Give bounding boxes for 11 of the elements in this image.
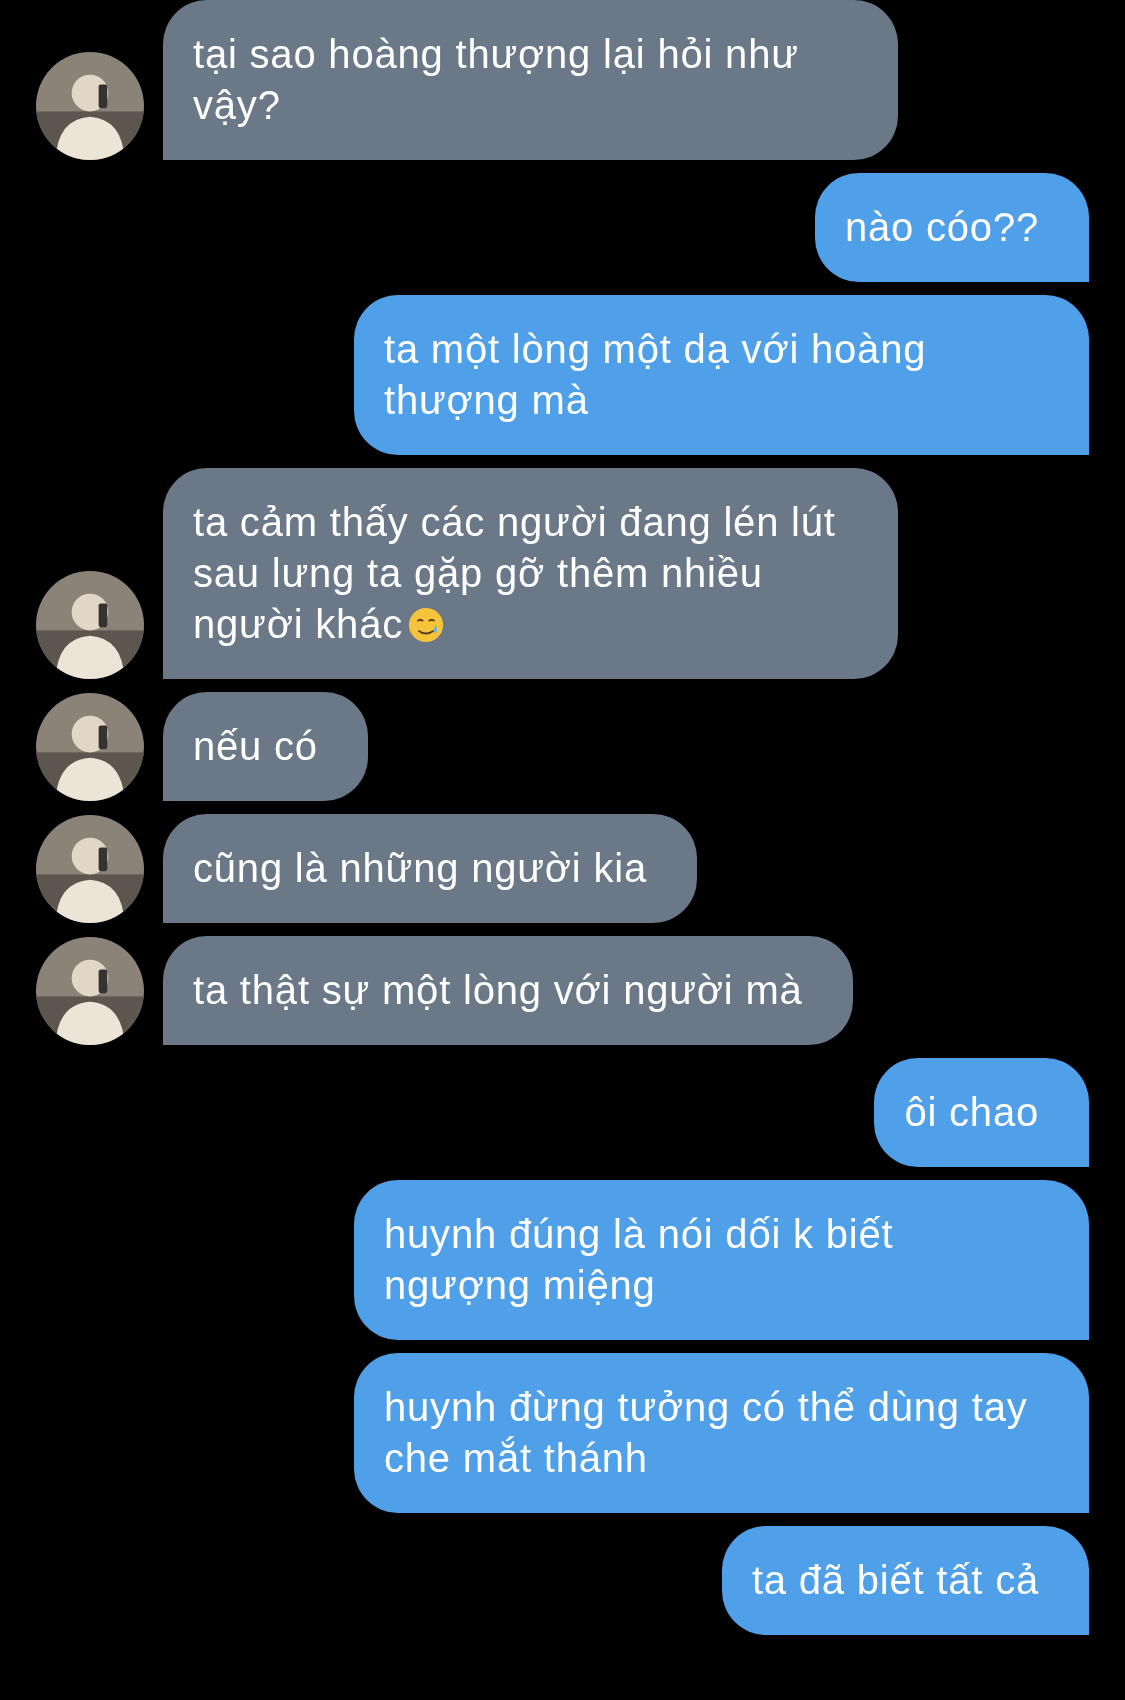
message-bubble: nào cóo?? xyxy=(814,173,1089,282)
message-bubble: ta đã biết tất cả xyxy=(721,1526,1089,1635)
message-bubble: ta cảm thấy các người đang lén lút sau lưng ta gặp gỡ thêm nhiều người khác xyxy=(163,468,898,679)
message-bubble: nếu có xyxy=(163,692,368,801)
message-bubble: huynh đúng là nói dối k biết ngượng miệng xyxy=(354,1180,1089,1340)
message-bubble: ta một lòng một dạ với hoàng thượng mà xyxy=(354,295,1089,455)
message-bubble: tại sao hoàng thượng lại hỏi như vậy? xyxy=(163,0,898,160)
message-bubble: ta thật sự một lòng với người mà xyxy=(163,936,853,1045)
message-bubble: huynh đừng tưởng có thể dùng tay che mắt thánh xyxy=(354,1353,1089,1513)
message-bubble: ôi chao xyxy=(874,1058,1089,1167)
message-bubble: cũng là những người kia xyxy=(163,814,697,923)
